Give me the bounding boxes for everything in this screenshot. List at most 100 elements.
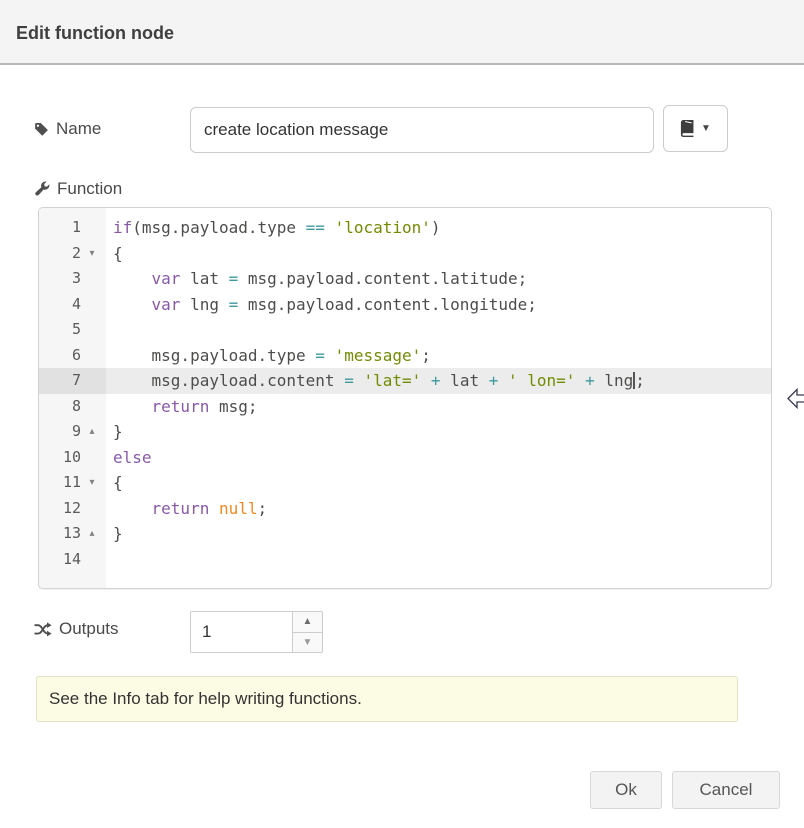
gutter-line-10[interactable]: 10 [39, 445, 106, 471]
gutter-line-13[interactable]: 13▴ [39, 521, 106, 547]
gutter-line-1[interactable]: 1 [39, 215, 106, 241]
line-number: 6 [39, 343, 81, 369]
code-line-6[interactable]: msg.payload.type = 'message'; [106, 343, 771, 369]
code-line-14[interactable] [106, 547, 771, 573]
code-token: { [113, 473, 123, 492]
line-number: 2 [39, 241, 81, 267]
code-token [575, 371, 585, 390]
fold-end-icon[interactable]: ▴ [81, 419, 103, 445]
gutter-line-5[interactable]: 5 [39, 317, 106, 343]
code-line-4[interactable]: var lng = msg.payload.content.longitude; [106, 292, 771, 318]
fold-end-icon[interactable]: ▴ [81, 521, 103, 547]
fold-spacer [81, 445, 103, 471]
code-token: + [585, 371, 595, 390]
code-line-9[interactable]: } [106, 419, 771, 445]
code-line-10[interactable]: else [106, 445, 771, 471]
library-button[interactable]: ▼ [663, 105, 728, 152]
code-token: (msg.payload.type [132, 218, 305, 237]
gutter-line-6[interactable]: 6 [39, 343, 106, 369]
code-token: msg.payload.content [113, 371, 344, 390]
code-token: else [113, 448, 152, 467]
code-token: = [229, 295, 239, 314]
spinner-down-button[interactable]: ▼ [293, 633, 322, 653]
line-number: 5 [39, 317, 81, 343]
line-number: 10 [39, 445, 81, 471]
gutter-line-8[interactable]: 8 [39, 394, 106, 420]
code-line-1[interactable]: if(msg.payload.type == 'location') [106, 215, 771, 241]
code-line-8[interactable]: return msg; [106, 394, 771, 420]
code-line-11[interactable]: { [106, 470, 771, 496]
fold-open-icon[interactable]: ▾ [81, 241, 103, 267]
gutter-line-12[interactable]: 12 [39, 496, 106, 522]
code-token: == [306, 218, 325, 237]
code-line-5[interactable] [106, 317, 771, 343]
function-label-text: Function [57, 179, 122, 199]
line-number: 12 [39, 496, 81, 522]
gutter-line-7[interactable]: 7 [39, 368, 106, 394]
editor-gutter[interactable]: 12▾3456789▴1011▾1213▴14 [39, 208, 106, 588]
gutter-line-3[interactable]: 3 [39, 266, 106, 292]
code-token: msg.payload.content.latitude; [238, 269, 527, 288]
info-tip: See the Info tab for help writing functi… [36, 676, 738, 722]
code-token: 'lat=' [363, 371, 421, 390]
code-line-7[interactable]: msg.payload.content = 'lat=' + lat + ' l… [106, 368, 771, 394]
code-token: 'location' [335, 218, 431, 237]
fold-spacer [81, 547, 103, 573]
code-token: = [315, 346, 325, 365]
gutter-line-14[interactable]: 14 [39, 547, 106, 573]
fold-spacer [81, 317, 103, 343]
code-token: + [489, 371, 499, 390]
code-line-2[interactable]: { [106, 241, 771, 267]
editor-content[interactable]: if(msg.payload.type == 'location'){ var … [106, 208, 771, 588]
cancel-button[interactable]: Cancel [672, 771, 780, 809]
code-token: return [152, 499, 210, 518]
code-token: msg.payload.type [113, 346, 315, 365]
ok-button[interactable]: Ok [590, 771, 662, 809]
code-token: lng [595, 371, 634, 390]
fold-spacer [81, 292, 103, 318]
line-number: 3 [39, 266, 81, 292]
function-code-editor[interactable]: 12▾3456789▴1011▾1213▴14 if(msg.payload.t… [38, 207, 772, 589]
code-token [325, 346, 335, 365]
outputs-label-text: Outputs [59, 619, 119, 639]
fold-spacer [81, 368, 103, 394]
code-token: msg.payload.content.longitude; [238, 295, 537, 314]
code-token: ; [635, 371, 645, 390]
code-token: lng [180, 295, 228, 314]
gutter-line-4[interactable]: 4 [39, 292, 106, 318]
code-token: ' lon=' [508, 371, 575, 390]
info-tip-text: See the Info tab for help writing functi… [49, 689, 362, 709]
fold-open-icon[interactable]: ▾ [81, 470, 103, 496]
gutter-line-2[interactable]: 2▾ [39, 241, 106, 267]
line-number: 14 [39, 547, 81, 573]
book-icon [680, 120, 695, 137]
gutter-line-11[interactable]: 11▾ [39, 470, 106, 496]
code-line-13[interactable]: } [106, 521, 771, 547]
dialog-title: Edit function node [16, 23, 174, 44]
shuffle-icon [34, 622, 52, 637]
line-number: 13 [39, 521, 81, 547]
code-token: ; [421, 346, 431, 365]
code-token: = [229, 269, 239, 288]
code-token: null [219, 499, 258, 518]
outputs-label: Outputs [34, 619, 119, 639]
code-token: var [152, 269, 181, 288]
spinner-up-button[interactable]: ▲ [293, 612, 322, 633]
fold-spacer [81, 215, 103, 241]
line-number: 7 [39, 368, 81, 394]
code-token [209, 499, 219, 518]
line-number: 9 [39, 419, 81, 445]
code-token: lat [441, 371, 489, 390]
code-token: + [431, 371, 441, 390]
code-line-3[interactable]: var lat = msg.payload.content.latitude; [106, 266, 771, 292]
outputs-input[interactable] [191, 612, 292, 652]
tag-icon [34, 122, 49, 137]
line-number: 11 [39, 470, 81, 496]
function-label: Function [34, 179, 122, 199]
name-label-text: Name [56, 119, 101, 139]
name-input[interactable] [190, 107, 654, 153]
code-token: lat [180, 269, 228, 288]
code-line-12[interactable]: return null; [106, 496, 771, 522]
gutter-line-9[interactable]: 9▴ [39, 419, 106, 445]
code-token: = [344, 371, 354, 390]
